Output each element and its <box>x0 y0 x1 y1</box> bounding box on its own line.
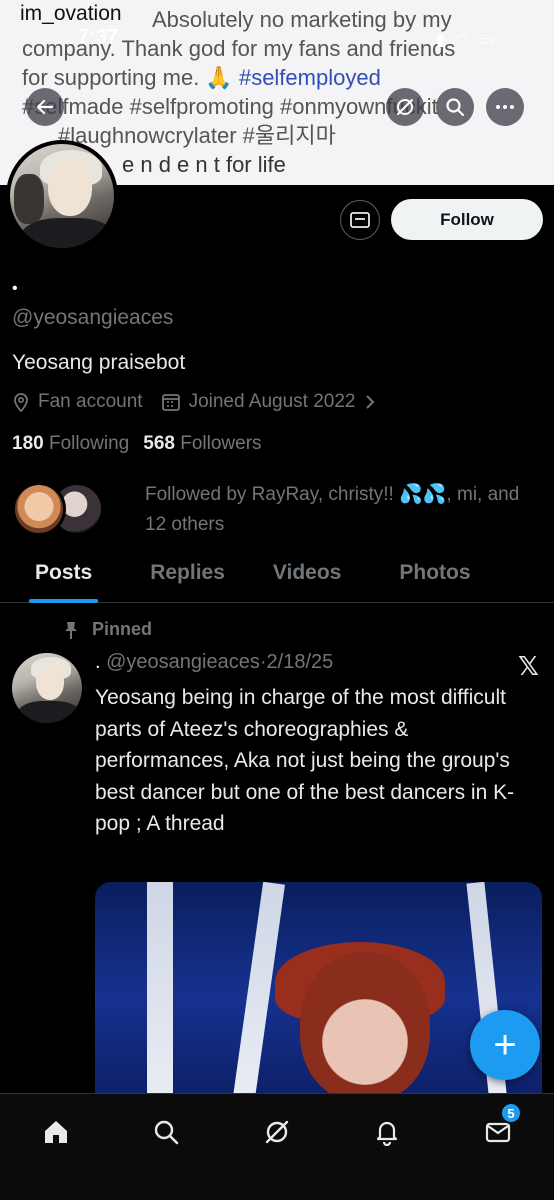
tab-label: Photos <box>399 561 471 584</box>
bottom-nav: 5 <box>0 1093 554 1200</box>
notifications-icon <box>376 1121 398 1146</box>
profile-avatar[interactable] <box>6 140 118 252</box>
post-handle[interactable]: @yeosangieaces <box>106 651 260 673</box>
followed-by-text[interactable]: Followed by RayRay, christy!! 💦💦, mi, an… <box>145 480 540 540</box>
location-pin-icon <box>14 393 28 412</box>
pinned-label: Pinned <box>92 619 153 639</box>
joined-label: Joined August 2022 <box>188 391 356 412</box>
grok-button[interactable] <box>386 88 424 126</box>
pin-icon <box>65 621 77 639</box>
followers-count: 568 <box>143 433 175 454</box>
search-icon <box>154 1120 179 1145</box>
tab-videos[interactable]: Videos <box>273 553 341 602</box>
status-icons: ▮ ◠ ▭ <box>436 30 494 50</box>
nav-notifications[interactable] <box>367 1112 407 1152</box>
category-item: Fan account <box>12 391 143 413</box>
message-button[interactable] <box>340 200 380 240</box>
banner-hashtag: #selfemployed <box>238 65 381 90</box>
tab-replies[interactable]: Replies <box>150 553 225 602</box>
pinned-indicator: Pinned <box>62 619 152 640</box>
nav-home[interactable] <box>36 1112 76 1152</box>
post-date[interactable]: 2/18/25 <box>267 651 334 673</box>
nav-messages[interactable]: 5 <box>478 1102 522 1152</box>
post-header: . @yeosangieaces·2/18/25 <box>95 651 333 674</box>
post-author-name[interactable]: . <box>95 651 101 673</box>
compose-button[interactable]: + <box>470 1010 540 1080</box>
messages-badge: 5 <box>500 1102 522 1124</box>
back-button[interactable] <box>26 88 64 126</box>
banner-hashtags: #laughnowcrylater #울리지마 <box>58 123 336 148</box>
x-logo-icon: 𝕏 <box>518 651 539 681</box>
tab-label: Replies <box>150 561 225 584</box>
signal-icon: ▮ <box>436 32 445 49</box>
calendar-icon <box>161 394 180 411</box>
followed-by-avatars[interactable] <box>12 482 104 538</box>
post-media-image[interactable] <box>95 882 542 1112</box>
category-label: Fan account <box>38 391 143 412</box>
mail-icon <box>350 212 370 228</box>
grok-icon <box>397 99 413 115</box>
search-button[interactable] <box>436 88 474 126</box>
avatar <box>12 482 66 536</box>
battery-icon: ▭ <box>478 32 494 49</box>
joined-item[interactable]: Joined August 2022 <box>161 391 376 413</box>
wifi-icon: ◠ <box>454 32 469 49</box>
banner-line: Absolutely no marketing by my <box>152 7 452 32</box>
banner-username: im_ovation <box>20 2 122 25</box>
following-link[interactable]: 180 Following <box>12 433 129 454</box>
tab-photos[interactable]: Photos <box>399 553 470 602</box>
follow-button[interactable]: Follow <box>391 199 543 240</box>
profile-bio: Yeosang praisebot <box>12 351 186 374</box>
following-label: Following <box>48 433 130 454</box>
banner-text: for supporting me. 🙏 <box>22 65 233 90</box>
follow-stats: 180 Following 568 Followers <box>12 433 262 455</box>
tab-posts[interactable]: Posts <box>29 553 99 603</box>
tab-label: Videos <box>272 561 342 584</box>
followers-label: Followers <box>180 433 262 454</box>
more-button[interactable] <box>486 88 524 126</box>
more-icon <box>496 105 514 109</box>
banner-hashtags: #selfmade #selfpromoting #onmyownfuckit <box>22 94 438 119</box>
banner-line: e n d e n t for life <box>122 152 286 177</box>
nav-search[interactable] <box>146 1112 186 1152</box>
post-avatar[interactable] <box>12 653 82 723</box>
display-name: • <box>12 280 18 297</box>
profile-meta: Fan account Joined August 2022 <box>12 391 394 413</box>
tab-label: Posts <box>35 561 93 584</box>
following-count: 180 <box>12 433 44 454</box>
post-separator: · <box>259 651 267 673</box>
profile-handle: @yeosangieaces <box>12 306 174 329</box>
home-icon <box>45 1121 67 1143</box>
post-text[interactable]: Yeosang being in charge of the most diff… <box>95 682 540 840</box>
arrow-left-icon <box>36 99 54 115</box>
grok-icon <box>265 1120 289 1144</box>
status-time: 7:37 <box>78 26 119 48</box>
profile-tabs: Posts Replies Videos Photos <box>0 553 554 603</box>
plus-icon: + <box>493 1022 517 1067</box>
active-tab-indicator <box>29 599 99 603</box>
search-icon <box>446 98 465 117</box>
followers-link[interactable]: 568 Followers <box>143 433 261 454</box>
banner-line: for supporting me. 🙏 #selfemployed <box>22 63 381 92</box>
chevron-right-icon <box>365 395 374 409</box>
nav-grok[interactable] <box>257 1112 297 1152</box>
